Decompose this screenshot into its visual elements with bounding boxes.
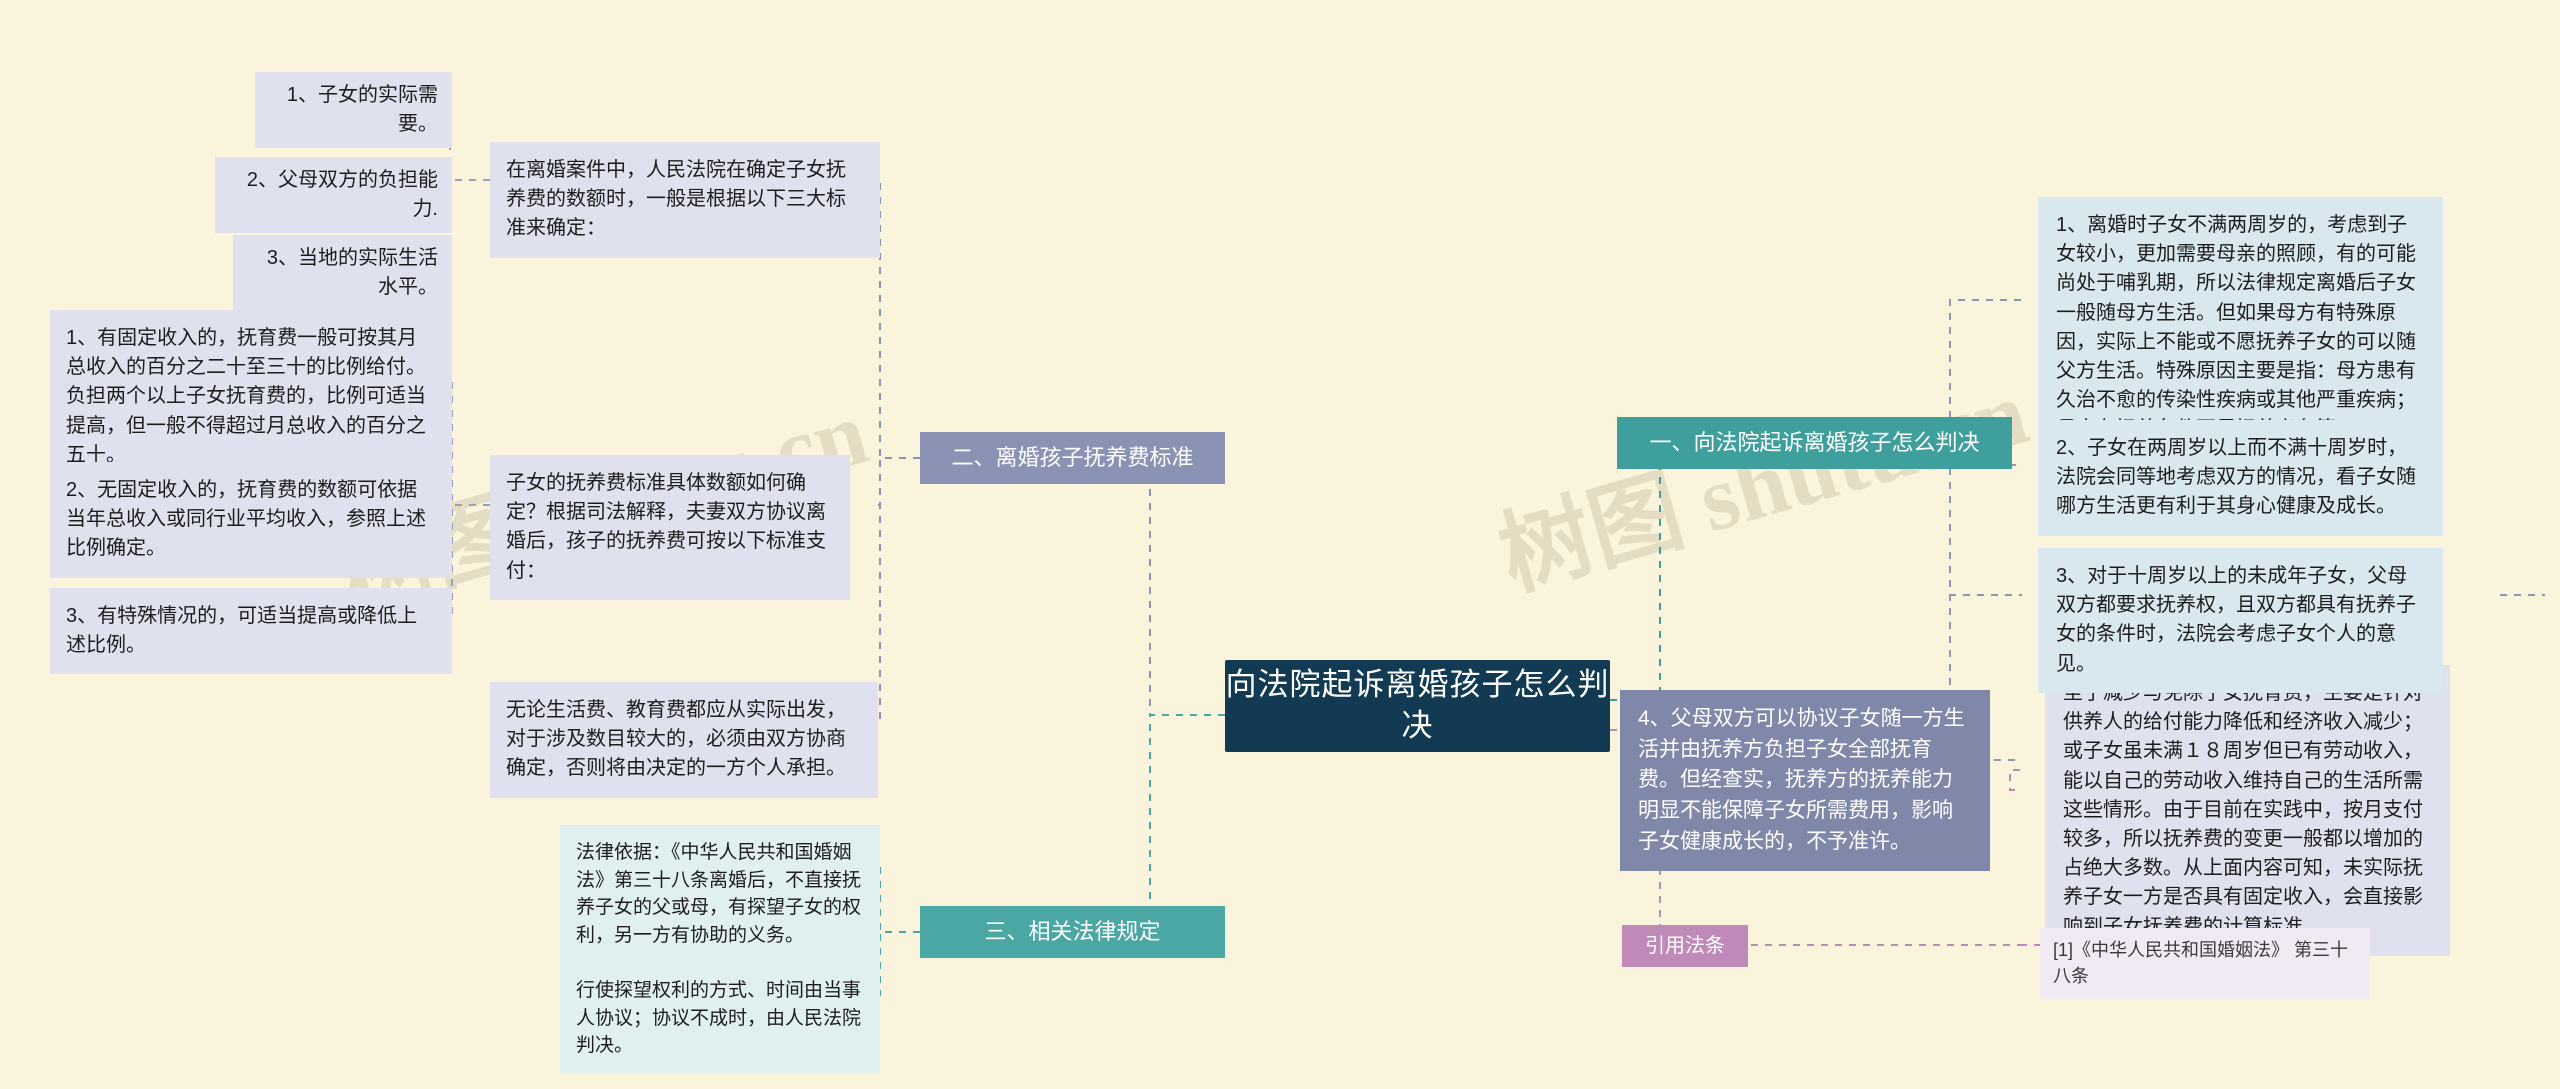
branch-header-2[interactable]: 二、离婚孩子抚养费标准	[920, 432, 1225, 484]
branch2-intro[interactable]: 在离婚案件中，人民法院在确定子女抚养费的数额时，一般是根据以下三大标准来确定：	[490, 142, 880, 258]
citation-header[interactable]: 引用法条	[1622, 925, 1748, 967]
branch2-criterion-1[interactable]: 1、子女的实际需要。	[255, 72, 452, 149]
branch3-child-1[interactable]: 法律依据：《中华人民共和国婚姻法》第三十八条离婚后，不直接抚养子女的父或母，有探…	[560, 825, 880, 964]
branch3-child-2[interactable]: 行使探望权利的方式、时间由当事人协议；协议不成时，由人民法院判决。	[560, 963, 880, 1075]
branch-header-1[interactable]: 一、向法院起诉离婚孩子怎么判决	[1617, 417, 2012, 469]
branch2-summary[interactable]: 至于减少与免除子女抚育费，主要是针对供养人的给付能力降低和经济收入减少；或子女虽…	[2045, 665, 2450, 956]
branch-header-3[interactable]: 三、相关法律规定	[920, 906, 1225, 958]
branch2-standard-3[interactable]: 3、有特殊情况的，可适当提高或降低上述比例。	[50, 588, 452, 675]
root-node[interactable]: 向法院起诉离婚孩子怎么判决	[1225, 660, 1610, 752]
branch2-criterion-2[interactable]: 2、父母双方的负担能力.	[215, 157, 452, 234]
branch2-standard-intro[interactable]: 子女的抚养费标准具体数额如何确定？根据司法解释，夫妻双方协议离婚后，孩子的抚养费…	[490, 455, 850, 600]
branch2-standard-1[interactable]: 1、有固定收入的，抚育费一般可按其月总收入的百分之二十至三十的比例给付。负担两个…	[50, 310, 452, 484]
branch2-criterion-3[interactable]: 3、当地的实际生活水平。	[233, 235, 452, 312]
branch1-child-4[interactable]: 4、父母双方可以协议子女随一方生活并由抚养方负担子女全部抚育费。但经查实，抚养方…	[1620, 690, 1990, 872]
branch1-child-3[interactable]: 3、对于十周岁以上的未成年子女，父母双方都要求抚养权，且双方都具有抚养子女的条件…	[2038, 548, 2443, 693]
watermark-right: 树图 shutu.cn	[1488, 360, 2038, 609]
branch2-note[interactable]: 无论生活费、教育费都应从实际出发，对于涉及数目较大的，必须由双方协商确定，否则将…	[490, 682, 878, 798]
branch2-standard-2[interactable]: 2、无固定收入的，抚育费的数额可依据当年总收入或同行业平均收入，参照上述比例确定…	[50, 462, 452, 578]
citation-entry[interactable]: [1]《中华人民共和国婚姻法》 第三十八条	[2040, 928, 2370, 999]
branch1-child-2[interactable]: 2、子女在两周岁以上而不满十周岁时，法院会同等地考虑双方的情况，看子女随哪方生活…	[2038, 420, 2443, 536]
